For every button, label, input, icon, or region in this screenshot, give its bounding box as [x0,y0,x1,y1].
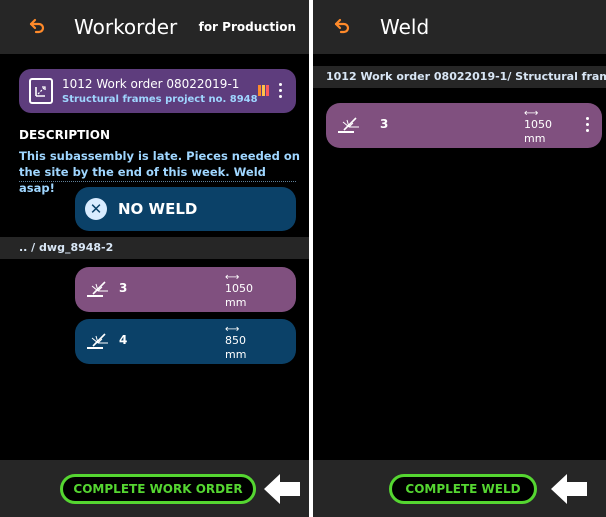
piece-unit: mm [524,132,546,145]
no-weld-label: NO WELD [118,200,198,218]
welding-torch-icon [338,117,359,133]
breadcrumb: .. / dwg_8948-2 [0,237,309,259]
weld-screen: Weld 1012 Work order 08022019-1/ Structu… [313,0,606,517]
piece-length: 1050 [225,282,253,295]
piece-unit: mm [225,348,247,361]
piece-item[interactable]: 3 ⟷ 1050 mm [75,267,296,312]
piece-length: 1050 [524,118,552,131]
breadcrumb: 1012 Work order 08022019-1/ Structural f… [313,66,606,88]
piece-length: 850 [225,334,246,347]
complete-weld-button[interactable]: COMPLETE WELD [389,474,537,504]
more-menu-icon[interactable] [586,117,590,133]
welding-torch-icon [87,281,108,297]
bottom-bar: COMPLETE WORK ORDER [0,460,309,517]
work-order-card[interactable]: 1012 Work order 08022019-1 Structural fr… [19,69,296,113]
status-bars-icon [258,85,270,96]
header-bar: Workorder for Production [0,0,309,54]
x-circle-icon: ✕ [85,198,107,220]
breadcrumb-path: 1012 Work order 08022019-1/ Structural f… [326,70,606,83]
work-order-project: Structural frames project no. 8948 [62,94,258,105]
bottom-bar: COMPLETE WELD [313,460,606,517]
welding-torch-icon [87,333,108,349]
work-order-title: 1012 Work order 08022019-1 [62,77,240,91]
document-icon [29,78,53,104]
page-subtitle: for Production [198,20,296,34]
divider [19,181,296,182]
breadcrumb-path: .. / dwg_8948-2 [19,241,114,254]
piece-quantity: 3 [119,281,128,295]
pointer-arrow-icon [264,474,300,504]
piece-quantity: 3 [380,117,389,131]
header-bar: Weld [313,0,606,54]
page-title: Weld [380,15,430,39]
pointer-arrow-icon [551,474,587,504]
piece-item[interactable]: 4 ⟷ 850 mm [75,319,296,364]
more-menu-icon[interactable] [279,83,283,99]
back-arrow-icon[interactable] [333,16,353,36]
description-heading: DESCRIPTION [19,128,111,142]
workorder-screen: Workorder for Production 1012 Work order… [0,0,309,517]
piece-quantity: 4 [119,333,128,347]
complete-work-order-button[interactable]: COMPLETE WORK ORDER [60,474,256,504]
piece-item[interactable]: 3 ⟷ 1050 mm [326,103,602,148]
no-weld-button[interactable]: ✕ NO WELD [75,187,296,231]
piece-unit: mm [225,296,247,309]
page-title: Workorder [74,15,178,39]
back-arrow-icon[interactable] [28,16,48,36]
